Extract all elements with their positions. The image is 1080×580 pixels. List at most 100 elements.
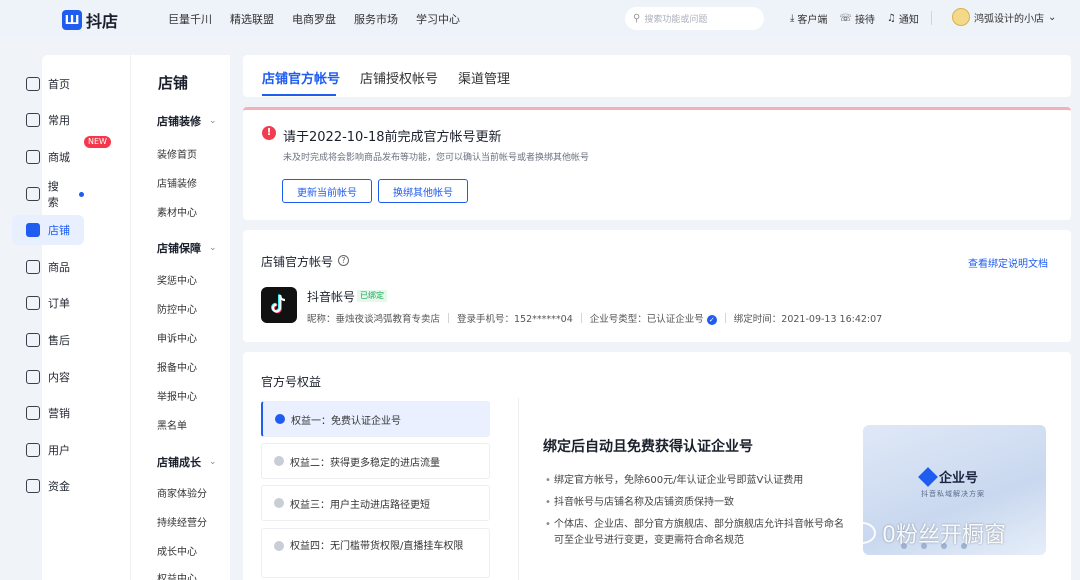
right-label: 权益三：用户主动进店路径更短 [290, 499, 430, 511]
submenu-link[interactable]: 黑名单 [157, 417, 187, 432]
sidebar-item-mall[interactable]: 商城 NEW [12, 136, 111, 172]
submenu-link[interactable]: 商家体验分 [157, 485, 207, 500]
top-nav: 巨量千川 精选联盟 电商罗盘 服务市场 学习中心 [168, 11, 460, 27]
sidebar-item-home[interactable]: 首页 [12, 69, 84, 99]
brand-logo[interactable]: Ш 抖店 [62, 8, 118, 32]
account-meta: 昵称：垂烛夜谈鸿弧教育专卖店 登录手机号：152******04 企业号类型：已… [307, 311, 882, 325]
user-icon [26, 443, 40, 457]
account-type-text: 企业号类型：已认证企业号 [589, 314, 704, 325]
group-label: 店铺成长 [157, 456, 201, 469]
right-label: 权益四：无门槛带货权限/直播挂车权限 [290, 541, 464, 552]
sidebar-item-label: 搜索 [47, 180, 59, 209]
search-icon [26, 187, 40, 201]
submenu-link[interactable]: 装修首页 [157, 146, 197, 161]
submenu-link[interactable]: 奖惩中心 [157, 272, 197, 287]
warning-icon: ! [262, 126, 276, 140]
shop-avatar [952, 8, 970, 26]
help-icon[interactable]: ? [338, 255, 349, 266]
divider [580, 313, 582, 323]
update-account-button[interactable]: 更新当前帐号 [282, 179, 372, 203]
chevron-down-icon: ⌄ [209, 116, 217, 126]
tab-channel-management[interactable]: 渠道管理 [458, 68, 510, 87]
bind-doc-link[interactable]: 查看绑定说明文档 [968, 255, 1048, 270]
submenu-link[interactable]: 申诉中心 [157, 330, 197, 345]
wallet-icon [26, 479, 40, 493]
bound-status-badge: 已绑定 [357, 290, 387, 302]
topnav-item[interactable]: 服务市场 [354, 11, 398, 27]
top-bar: Ш 抖店 巨量千川 精选联盟 电商罗盘 服务市场 学习中心 ⚲ 搜索功能或问题 … [0, 0, 1080, 38]
reception-button[interactable]: ☏ 接待 [839, 11, 875, 26]
submenu-group-decoration[interactable]: 店铺装修 ⌄ [157, 113, 217, 129]
submenu-link[interactable]: 成长中心 [157, 543, 197, 558]
submenu-group-guarantee[interactable]: 店铺保障 ⌄ [157, 240, 217, 256]
tab-authorized-account[interactable]: 店铺授权帐号 [360, 68, 438, 87]
right-item[interactable]: 权益一：免费认证企业号 [261, 401, 490, 437]
search-input[interactable]: ⚲ 搜索功能或问题 [625, 7, 764, 30]
submenu-link[interactable]: 权益中心 [157, 570, 197, 580]
client-button[interactable]: ⤓ 客户端 [790, 11, 827, 26]
shop-switcher[interactable]: 鸿弧设计的小店 ⌄ [952, 8, 1056, 26]
active-tab-indicator [262, 94, 336, 96]
search-icon: ⚲ [633, 13, 641, 24]
download-icon: ⤓ [790, 13, 795, 24]
submenu-link[interactable]: 持续经营分 [157, 514, 207, 529]
divider [724, 313, 726, 323]
sidebar-item-users[interactable]: 用户 [12, 435, 84, 465]
sidebar-item-common[interactable]: 常用 [12, 105, 84, 135]
sidebar-item-goods[interactable]: 商品 [12, 252, 84, 282]
sidebar-item-shop[interactable]: 店铺 [12, 215, 84, 245]
tab-official-account[interactable]: 店铺官方帐号 [262, 68, 340, 87]
goods-icon [26, 260, 40, 274]
sidebar-item-label: 店铺 [48, 224, 70, 237]
topnav-item[interactable]: 巨量千川 [168, 11, 212, 27]
update-alert [243, 107, 1071, 220]
shop-submenu [130, 55, 230, 580]
right-label: 权益二：获得更多稳定的进店流量 [290, 457, 440, 469]
submenu-link[interactable]: 举报中心 [157, 388, 197, 403]
right-item[interactable]: 权益二：获得更多稳定的进店流量 [261, 443, 490, 479]
sidebar-item-label: 营销 [48, 407, 70, 420]
rights-bullet: 绑定官方帐号，免除600元/年认证企业号即蓝V认证费用 [545, 473, 845, 489]
sidebar-item-orders[interactable]: 订单 [12, 288, 84, 318]
rights-bullet: 抖音帐号与店铺名称及店铺资质保持一致 [545, 495, 845, 511]
group-label: 店铺保障 [157, 242, 201, 255]
sidebar-item-label: 首页 [48, 78, 70, 91]
rights-panel-title: 绑定后自动且免费获得认证企业号 [543, 439, 753, 455]
submenu-title: 店铺 [158, 74, 189, 92]
header-tools: ⤓ 客户端 ☏ 接待 ♫ 通知 [790, 11, 932, 26]
notice-button[interactable]: ♫ 通知 [887, 11, 919, 26]
home-icon [26, 77, 40, 91]
sidebar-item-marketing[interactable]: 营销 [12, 398, 84, 428]
submenu-link[interactable]: 防控中心 [157, 301, 197, 316]
submenu-link[interactable]: 报备中心 [157, 359, 197, 374]
group-label: 店铺装修 [157, 115, 201, 128]
right-item[interactable]: 权益三：用户主动进店路径更短 [261, 485, 490, 521]
topnav-item[interactable]: 电商罗盘 [292, 11, 336, 27]
submenu-link[interactable]: 素材中心 [157, 204, 197, 219]
verified-icon: ✓ [706, 314, 717, 325]
notice-label: 通知 [898, 15, 919, 26]
right-item[interactable]: 权益四：无门槛带货权限/直播挂车权限 [261, 528, 490, 578]
section-title: 店铺官方帐号 [261, 255, 334, 269]
submenu-link[interactable]: 店铺装修 [157, 175, 197, 190]
sidebar-item-search[interactable]: 搜索 [12, 179, 84, 209]
client-label: 客户端 [797, 15, 828, 26]
megaphone-icon [26, 406, 40, 420]
sidebar-item-aftersale[interactable]: 售后 [12, 325, 84, 355]
sidebar-item-funds[interactable]: 资金 [12, 471, 84, 501]
sidebar-item-label: 常用 [48, 114, 70, 127]
wechat-watermark: 0粉丝开橱窗 [848, 517, 1006, 549]
account-phone: 登录手机号：152******04 [457, 314, 573, 325]
topnav-item[interactable]: 精选联盟 [230, 11, 274, 27]
divider [930, 11, 932, 25]
chevron-down-icon: ⌄ [209, 243, 217, 253]
rebind-account-button[interactable]: 换绑其他帐号 [378, 179, 468, 203]
sidebar-item-content[interactable]: 内容 [12, 362, 84, 392]
submenu-group-growth[interactable]: 店铺成长 ⌄ [157, 454, 217, 470]
promo-subtitle: 抖音私域解决方案 [921, 490, 985, 498]
brand-name: 抖店 [86, 12, 119, 31]
account-nickname: 昵称：垂烛夜谈鸿弧教育专卖店 [307, 314, 441, 325]
topnav-item[interactable]: 学习中心 [416, 11, 460, 27]
account-name: 抖音帐号 [307, 290, 356, 304]
logo-mark-icon: Ш [62, 10, 82, 30]
